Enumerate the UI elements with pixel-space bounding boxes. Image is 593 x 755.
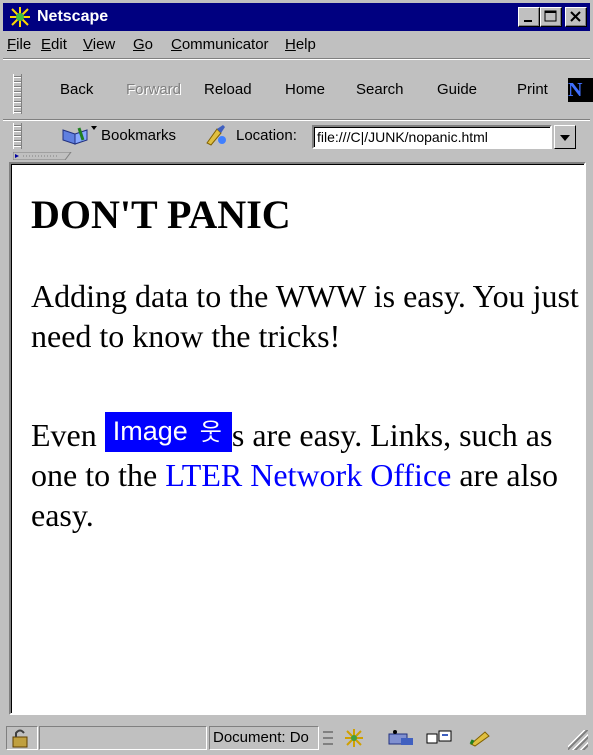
images-links-paragraph: Even Image 웃 s are easy. Links, such as on… — [31, 412, 581, 535]
resize-grip-handle[interactable] — [568, 730, 588, 750]
guide-button[interactable]: Guide — [437, 80, 477, 100]
composer-icon[interactable] — [467, 728, 497, 748]
window-title: Netscape — [37, 8, 109, 25]
location-label: Location: — [236, 127, 297, 144]
back-button[interactable]: Back — [60, 80, 93, 100]
component-bar-handle-icon[interactable] — [321, 728, 335, 748]
print-button[interactable]: Print — [517, 80, 548, 100]
navigation-toolbar: Back Forward Reload Home Search Guide Pr… — [3, 60, 593, 120]
bookmarks-button[interactable]: Bookmarks — [53, 124, 176, 146]
collapsed-toolbar-strip — [3, 152, 590, 160]
stick-figure-icon: 웃 — [199, 419, 222, 446]
mail-icon[interactable] — [387, 728, 415, 748]
forward-button[interactable]: Forward — [126, 80, 181, 100]
url-history-dropdown[interactable] — [554, 125, 576, 149]
menu-bar: File Edit View Go Communicator Help — [3, 33, 590, 57]
menu-go[interactable]: Go — [133, 36, 153, 54]
home-button[interactable]: Home — [285, 80, 325, 100]
menu-communicator[interactable]: Communicator — [171, 36, 269, 54]
netscape-window: Netscape File Edit View Go Communicator … — [0, 0, 593, 755]
location-icon[interactable] — [203, 123, 229, 152]
menu-edit[interactable]: Edit — [41, 36, 67, 54]
title-bar[interactable]: Netscape — [3, 3, 590, 31]
reload-button[interactable]: Reload — [204, 80, 252, 100]
page-heading: DON'T PANIC — [31, 192, 291, 237]
bookmarks-label: Bookmarks — [101, 127, 177, 144]
menu-file[interactable]: File — [7, 36, 31, 54]
location-grip-handle[interactable] — [13, 123, 22, 149]
page-content[interactable]: DON'T PANIC Adding data to the WWW is ea… — [9, 162, 586, 715]
location-url-field[interactable]: file:///C|/JUNK/nopanic.html — [312, 125, 552, 149]
progress-panel — [39, 726, 207, 750]
bookmarks-icon — [62, 126, 97, 145]
netscape-app-icon[interactable] — [9, 6, 31, 28]
lock-icon — [12, 729, 28, 748]
collapsed-toolbar-tab[interactable] — [13, 152, 73, 160]
lter-network-office-link[interactable]: LTER Network Office — [165, 457, 451, 493]
inline-image[interactable]: Image 웃 — [104, 412, 232, 452]
navigator-icon[interactable] — [341, 728, 367, 748]
intro-paragraph: Adding data to the WWW is easy. You just… — [31, 278, 579, 354]
discussions-icon[interactable] — [425, 728, 453, 748]
search-button[interactable]: Search — [356, 80, 404, 100]
close-button[interactable] — [565, 7, 587, 27]
minimize-button[interactable] — [518, 7, 540, 27]
menu-help[interactable]: Help — [285, 36, 316, 54]
document-status: Document: Do — [209, 726, 319, 750]
toolbar-grip-handle[interactable] — [13, 74, 22, 114]
maximize-button[interactable] — [540, 7, 562, 27]
status-bar: Document: Do — [3, 718, 590, 752]
netscape-logo-icon[interactable]: N — [568, 78, 593, 102]
menu-view[interactable]: View — [83, 36, 115, 54]
security-panel[interactable] — [6, 726, 38, 750]
chevron-down-icon — [560, 135, 570, 141]
location-toolbar: Bookmarks Location: file:///C|/JUNK/nopa… — [3, 120, 590, 152]
